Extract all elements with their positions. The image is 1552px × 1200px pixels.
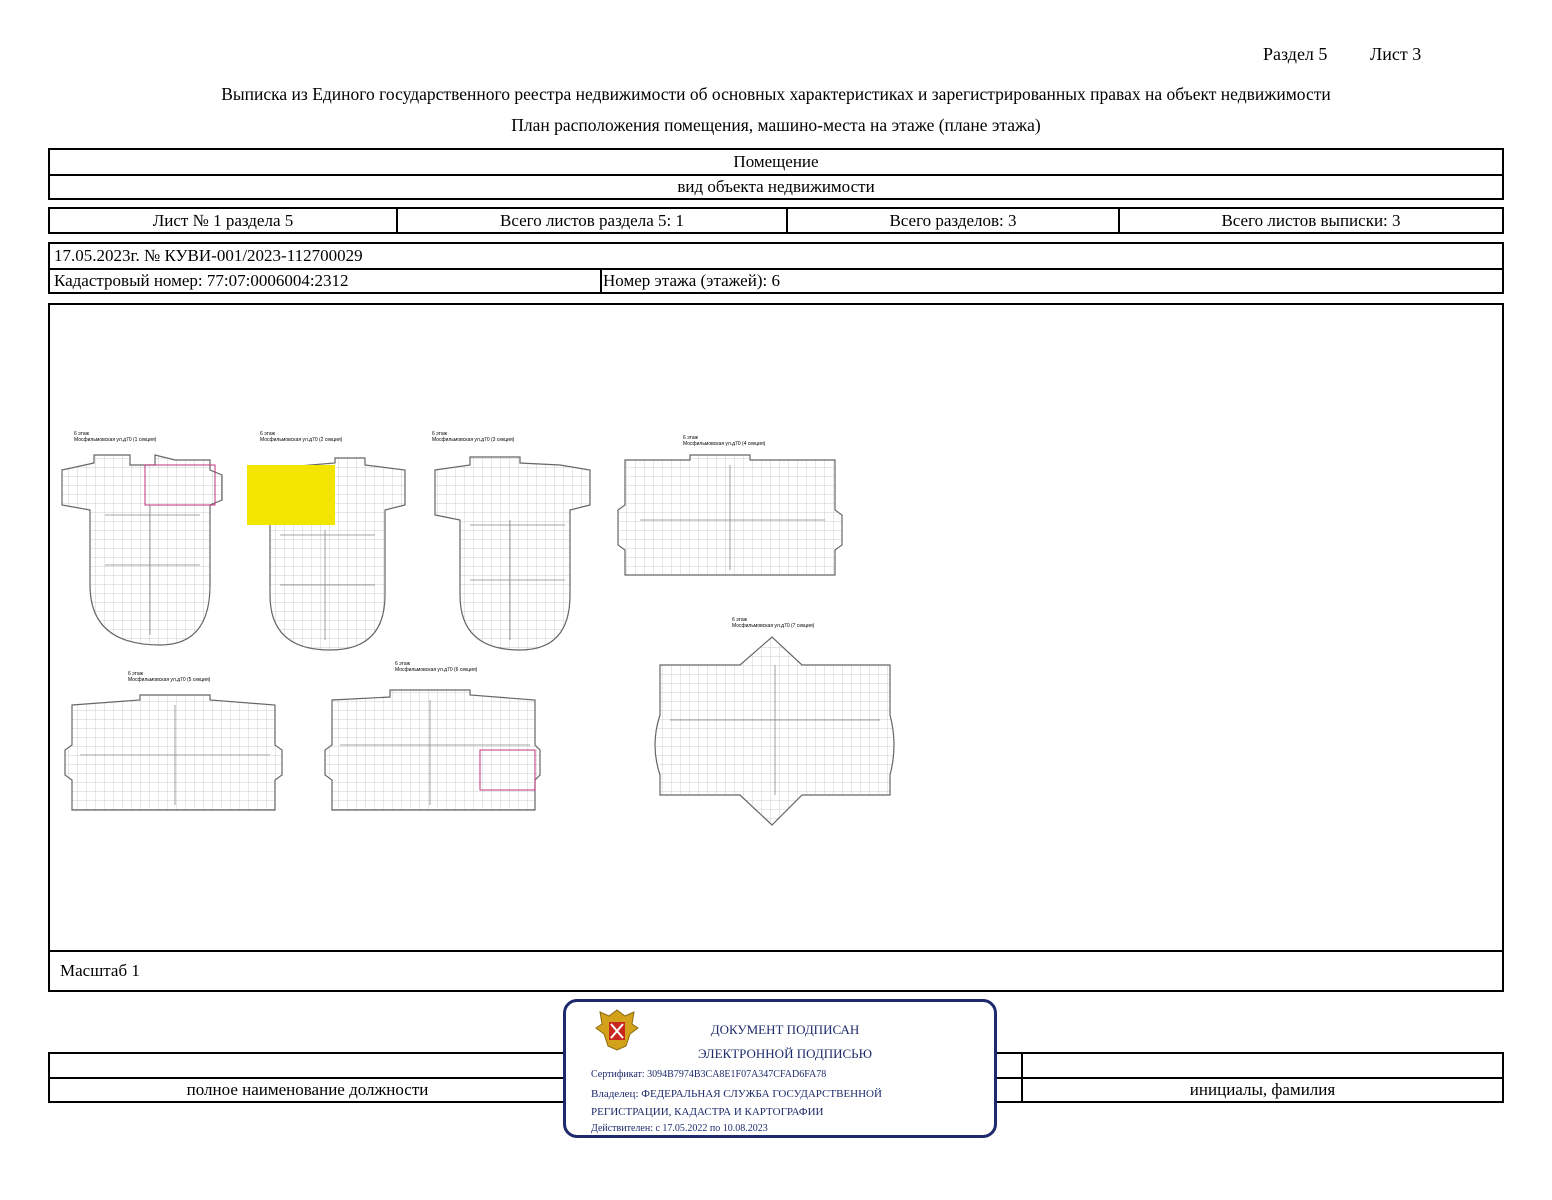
document-subtitle: План расположения помещения, машино-мест… bbox=[511, 115, 1041, 135]
total-sections: Всего разделов: 3 bbox=[889, 210, 1017, 230]
stamp-validity: Действителен: с 17.05.2022 по 10.08.2023 bbox=[591, 1123, 768, 1134]
plan-section-2 bbox=[247, 457, 406, 651]
stamp-line-2: ЭЛЕКТРОННОЙ ПОДПИСЬЮ bbox=[698, 1046, 872, 1061]
plan-box: Масштаб 1 6 этаж Мосфильмовская ул.д70 (… bbox=[48, 303, 1504, 992]
floor-number: Номер этажа (этажей): 6 bbox=[603, 271, 780, 290]
highlighted-premises bbox=[247, 465, 335, 525]
plan-caption-6: 6 этаж Мосфильмовская ул.д70 (6 секция) bbox=[395, 661, 478, 673]
cadastral-number: Кадастровый номер: 77:07:0006004:2312 bbox=[54, 271, 349, 290]
record-box: 17.05.2023г. № КУВИ-001/2023-112700029 К… bbox=[48, 242, 1504, 294]
object-type: Помещение bbox=[733, 152, 819, 171]
plan-section-7 bbox=[654, 636, 895, 826]
plan-section-5 bbox=[64, 694, 283, 811]
object-type-caption: вид объекта недвижимости bbox=[677, 177, 875, 196]
stamp-owner-line-1: Владелец: ФЕДЕРАЛЬНАЯ СЛУЖБА ГОСУДАРСТВЕ… bbox=[591, 1088, 882, 1100]
stamp-certificate: Сертификат: 3094B7974B3CA8E1F07A347CFAD6… bbox=[591, 1069, 827, 1080]
sheets-box: Лист № 1 раздела 5 Всего листов раздела … bbox=[48, 207, 1504, 234]
position-caption: полное наименование должности bbox=[186, 1080, 429, 1099]
stamp-owner-line-2: РЕГИСТРАЦИИ, КАДАСТРА И КАРТОГРАФИИ bbox=[591, 1106, 824, 1118]
plan-caption-3: 6 этаж Мосфильмовская ул.д70 (3 секция) bbox=[432, 431, 515, 443]
sheet-number: Лист 3 bbox=[1370, 44, 1422, 64]
record-date-number: 17.05.2023г. № КУВИ-001/2023-112700029 bbox=[54, 246, 363, 265]
plan-caption-1: 6 этаж Мосфильмовская ул.д70 (1 секция) bbox=[74, 431, 157, 443]
electronic-signature-stamp: ДОКУМЕНТ ПОДПИСАН ЭЛЕКТРОННОЙ ПОДПИСЬЮ С… bbox=[563, 999, 997, 1138]
section-number: Раздел 5 bbox=[1263, 44, 1328, 64]
name-caption: инициалы, фамилия bbox=[1189, 1080, 1336, 1099]
plan-section-3 bbox=[434, 456, 591, 651]
plan-caption-5: 6 этаж Мосфильмовская ул.д70 (5 секция) bbox=[128, 671, 211, 683]
plan-caption-7: 6 этаж Мосфильмовская ул.д70 (7 секция) bbox=[732, 617, 815, 629]
stamp-line-1: ДОКУМЕНТ ПОДПИСАН bbox=[710, 1022, 860, 1037]
plan-section-6 bbox=[324, 689, 541, 811]
document-title: Выписка из Единого государственного реес… bbox=[221, 84, 1331, 104]
plan-caption-2: 6 этаж Мосфильмовская ул.д70 (2 секция) bbox=[260, 431, 343, 443]
total-section-sheets: Всего листов раздела 5: 1 bbox=[500, 210, 684, 230]
sheet-no: Лист № 1 раздела 5 bbox=[152, 210, 294, 230]
plan-section-1 bbox=[61, 454, 223, 646]
object-type-box: Помещение вид объекта недвижимости bbox=[48, 148, 1504, 200]
plan-section-4 bbox=[617, 454, 843, 576]
plan-caption-4: 6 этаж Мосфильмовская ул.д70 (4 секция) bbox=[683, 435, 766, 447]
scale-label: Масштаб 1 bbox=[60, 961, 140, 980]
total-extract-sheets: Всего листов выписки: 3 bbox=[1221, 210, 1401, 230]
